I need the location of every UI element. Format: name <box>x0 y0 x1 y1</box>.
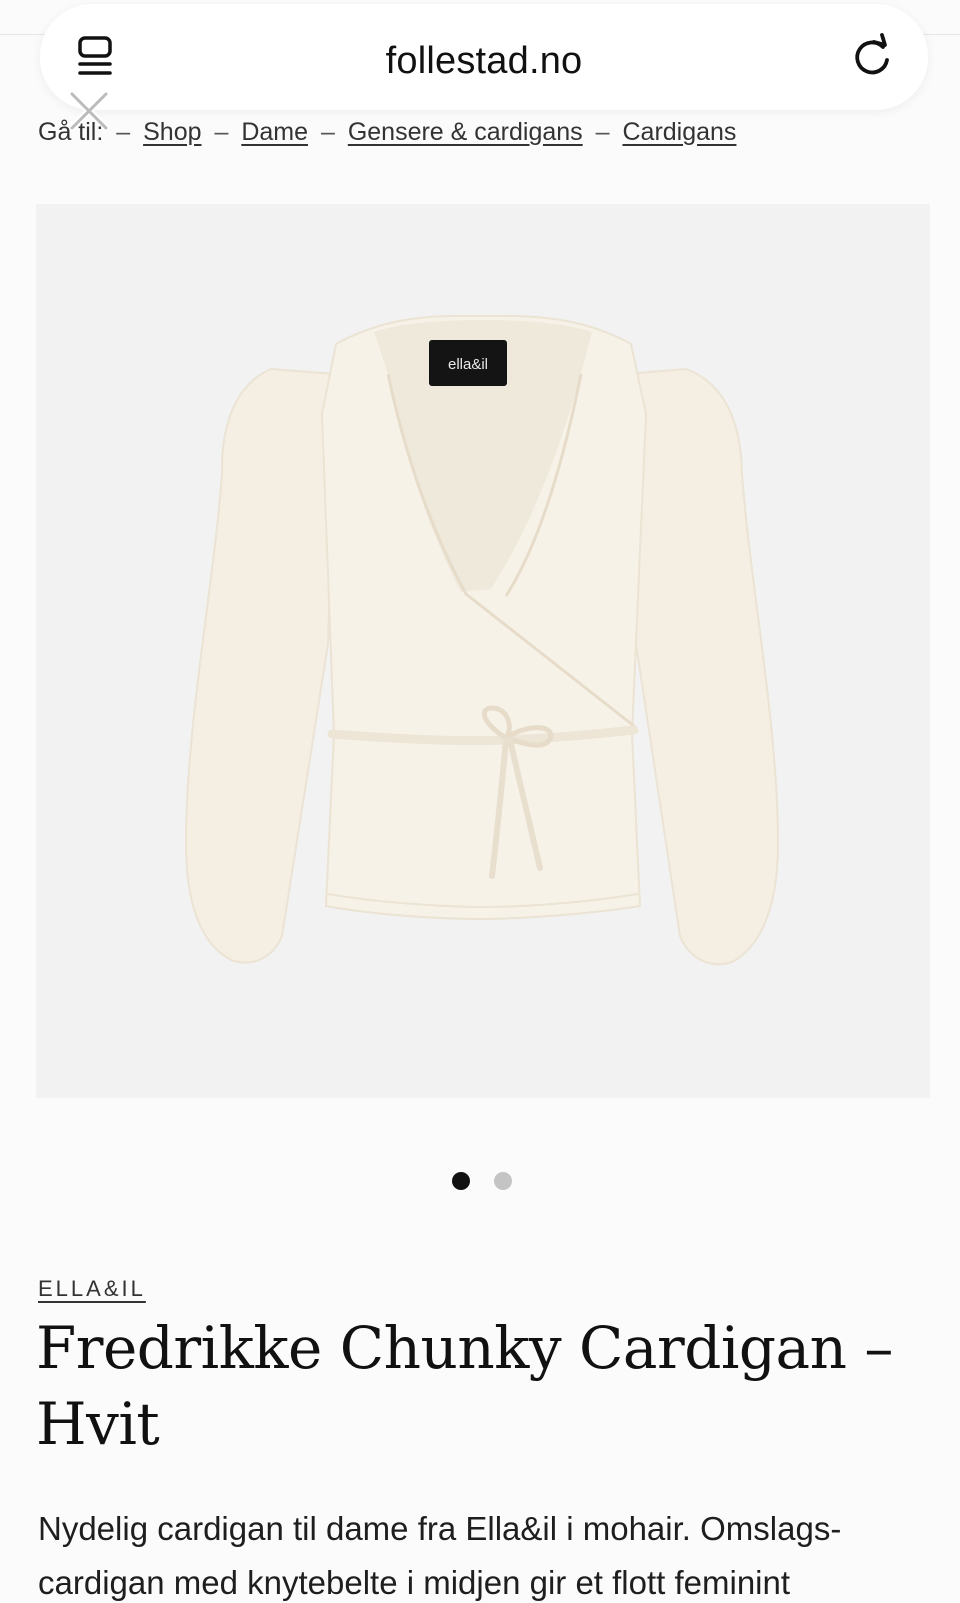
left-sleeve <box>184 367 338 964</box>
tabs-icon[interactable] <box>74 36 118 82</box>
browser-address-bar[interactable]: follestad.no <box>40 4 928 110</box>
carousel-indicator <box>452 1172 512 1190</box>
product-image[interactable]: ella&il <box>36 204 930 1098</box>
breadcrumb-separator: – <box>214 118 229 146</box>
product-description: Nydelig cardigan til dame fra Ella&il i … <box>38 1510 842 1601</box>
breadcrumb-dame[interactable]: Dame <box>241 118 308 146</box>
url-text[interactable]: follestad.no <box>40 40 928 83</box>
carousel-dot-1[interactable] <box>452 1172 470 1190</box>
product-title: Fredrikke Chunky Cardigan – Hvit <box>36 1314 893 1458</box>
right-sleeve <box>624 367 780 966</box>
cardigan-illustration: ella&il <box>184 315 780 966</box>
breadcrumb-separator: – <box>595 118 610 146</box>
reload-icon[interactable] <box>850 32 894 80</box>
breadcrumb-gensere-cardigans[interactable]: Gensere & cardigans <box>348 118 583 146</box>
breadcrumb-separator: – <box>116 118 131 146</box>
brand-label-text: ella&il <box>448 356 488 373</box>
breadcrumb: Gå til: – Shop – Dame – Gensere & cardig… <box>38 118 736 147</box>
product-brand-link[interactable]: ELLA&IL <box>38 1276 146 1302</box>
breadcrumb-separator: – <box>320 118 335 146</box>
carousel-dot-2[interactable] <box>494 1172 512 1190</box>
breadcrumb-cardigans[interactable]: Cardigans <box>622 118 736 146</box>
breadcrumb-prefix: Gå til: <box>38 118 104 146</box>
breadcrumb-shop[interactable]: Shop <box>143 118 201 146</box>
